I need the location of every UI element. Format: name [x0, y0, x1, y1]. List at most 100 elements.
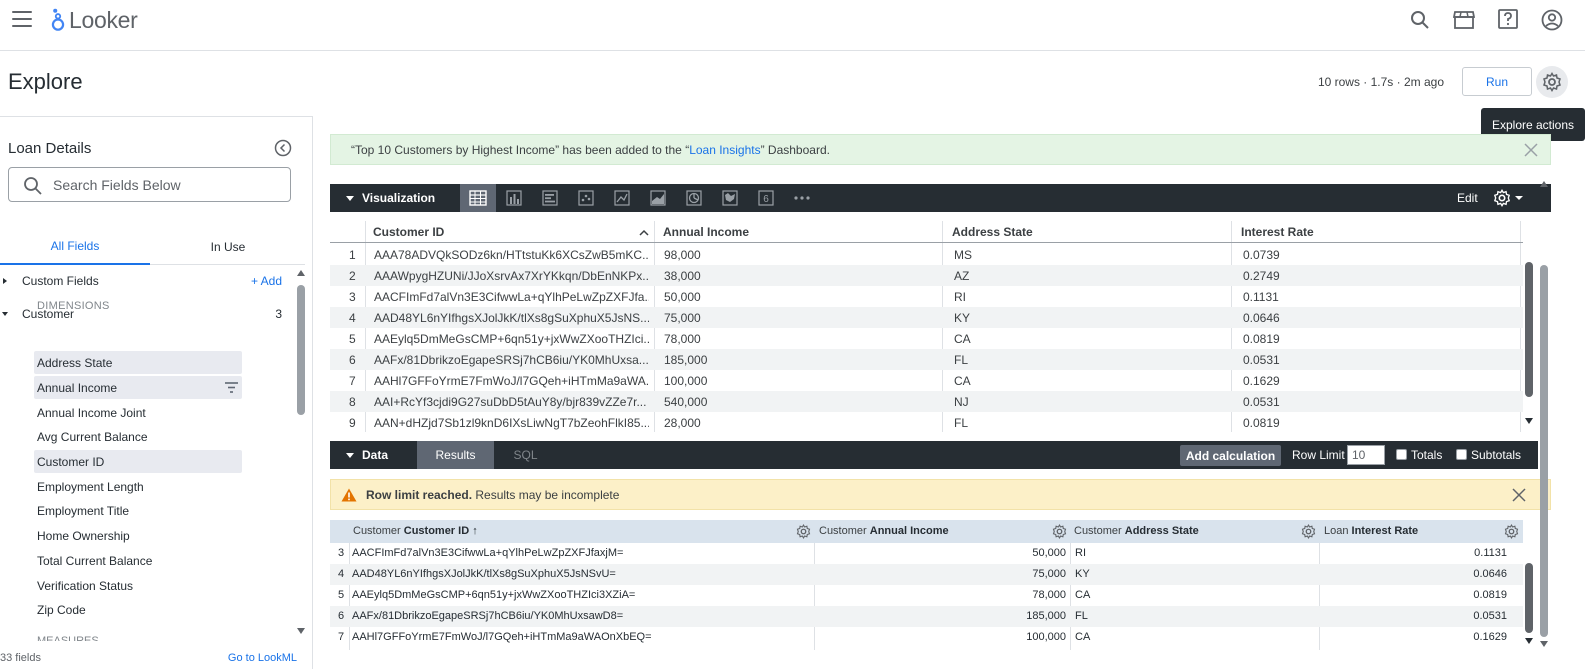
line-chart-icon[interactable]: [604, 184, 640, 212]
more-icon[interactable]: [784, 184, 820, 212]
cell-interest-rate: 0.0531: [1243, 395, 1280, 409]
page-title: Explore: [8, 69, 83, 94]
row-number: 2: [349, 269, 356, 283]
row-number: 4: [349, 311, 356, 325]
row-limit-input[interactable]: 10: [1347, 445, 1385, 465]
field-search-input[interactable]: [53, 174, 283, 196]
scatter-icon[interactable]: [568, 184, 604, 212]
table-row: 4 AAD48YL6nYIfhgsXJolJkK/tlXs8gSuXphuX5J…: [330, 564, 1523, 585]
field-employment-length[interactable]: Employment Length: [34, 475, 242, 498]
column-header-address-state[interactable]: Customer Address State: [1074, 525, 1199, 537]
tab-sql[interactable]: SQL: [494, 441, 557, 469]
table-icon[interactable]: [460, 184, 496, 212]
visualization-gear-icon[interactable]: [1493, 189, 1524, 207]
column-header-annual-income[interactable]: Customer Annual Income: [819, 525, 949, 537]
column-header-customer-id[interactable]: Customer ID: [373, 225, 444, 239]
header-field: Interest Rate: [1351, 525, 1419, 537]
column-header-interest-rate[interactable]: Interest Rate: [1241, 225, 1314, 239]
column-gear-icon[interactable]: [1052, 524, 1067, 539]
run-meta: 10 rows · 1.7s · 2m ago: [1317, 75, 1444, 89]
bar-chart-icon[interactable]: [496, 184, 532, 212]
looker-logo[interactable]: Looker: [50, 6, 138, 34]
column-gear-icon[interactable]: [796, 524, 811, 539]
sidebar-scrollbar[interactable]: [297, 269, 305, 635]
tab-in-use[interactable]: In Use: [153, 229, 303, 265]
field-annual-income-joint[interactable]: Annual Income Joint: [34, 401, 242, 424]
add-custom-field-link[interactable]: + Add: [251, 274, 282, 288]
search-icon[interactable]: [1407, 8, 1433, 32]
cell-address-state: FL: [1075, 610, 1088, 622]
field-annual-income[interactable]: Annual Income: [34, 376, 242, 399]
field-zip-code[interactable]: Zip Code: [34, 598, 242, 621]
header-field: Customer ID ↑: [403, 525, 478, 537]
explore-actions-gear-icon[interactable]: [1536, 66, 1568, 98]
collapse-sidebar-icon[interactable]: [274, 139, 292, 157]
data-title[interactable]: Data: [362, 448, 388, 462]
field-employment-title[interactable]: Employment Title: [34, 499, 242, 522]
custom-fields-section[interactable]: Custom Fields + Add: [0, 270, 290, 292]
cell-annual-income: 38,000: [664, 269, 701, 283]
visualization-title[interactable]: Visualization: [362, 191, 435, 205]
section-label: Custom Fields: [22, 274, 99, 288]
cell-annual-income: 98,000: [664, 248, 701, 262]
column-gear-icon[interactable]: [1301, 524, 1316, 539]
main-scrollbar[interactable]: [1540, 180, 1548, 648]
warning-message: Row limit reached. Results may be incomp…: [366, 488, 619, 502]
row-number: 5: [338, 589, 345, 601]
single-value-icon[interactable]: 6: [748, 184, 784, 212]
totals-checkbox[interactable]: [1396, 449, 1407, 460]
tab-results[interactable]: Results: [417, 441, 494, 469]
edit-visualization-button[interactable]: Edit: [1457, 191, 1478, 205]
dashboard-added-banner: “Top 10 Customers by Highest Income” has…: [330, 134, 1551, 165]
field-customer-id[interactable]: Customer ID: [34, 450, 242, 473]
field-address-state[interactable]: Address State: [34, 351, 242, 374]
filter-icon[interactable]: [225, 382, 238, 393]
field-count: 33 fields: [0, 652, 41, 664]
row-number: 3: [338, 547, 345, 559]
field-home-ownership[interactable]: Home Ownership: [34, 524, 242, 547]
column-header-interest-rate[interactable]: Loan Interest Rate: [1324, 525, 1418, 537]
caret-down-icon[interactable]: [346, 196, 354, 201]
column-gear-icon[interactable]: [1504, 524, 1519, 539]
pie-chart-icon[interactable]: [676, 184, 712, 212]
column-header-address-state[interactable]: Address State: [952, 225, 1033, 239]
cell-annual-income: 78,000: [664, 332, 701, 346]
subtotals-checkbox[interactable]: [1456, 449, 1467, 460]
account-icon[interactable]: [1539, 8, 1565, 32]
area-chart-icon[interactable]: [640, 184, 676, 212]
caret-down-icon[interactable]: [346, 453, 354, 458]
field-total-current-balance[interactable]: Total Current Balance: [34, 549, 242, 572]
menu-icon[interactable]: [12, 11, 32, 27]
row-number: 3: [349, 290, 356, 304]
cell-customer-id: AAEylq5DmMeGsCMP+6qn51y+jxWwZXooTHZIci3X…: [352, 589, 636, 601]
column-header-annual-income[interactable]: Annual Income: [663, 225, 749, 239]
close-icon[interactable]: [1524, 143, 1538, 157]
marketplace-icon[interactable]: [1451, 8, 1477, 32]
dashboard-link[interactable]: Loan Insights: [689, 143, 760, 157]
header-view: Loan: [1324, 525, 1352, 537]
map-icon[interactable]: [712, 184, 748, 212]
table-row: 9 AAN+dHZjd7Sb1zl9knD6IXsLiwNgT7bZeohFlk…: [330, 412, 1523, 433]
run-button[interactable]: Run: [1462, 67, 1532, 96]
add-calculation-button[interactable]: Add calculation: [1180, 445, 1281, 466]
data-bar: Data Results SQL Add calculation Row Lim…: [330, 441, 1538, 469]
cell-interest-rate: 0.1131: [1474, 547, 1507, 559]
column-header-customer-id[interactable]: Customer Customer ID ↑: [353, 525, 478, 537]
cell-address-state: KY: [1075, 568, 1090, 580]
help-icon[interactable]: [1495, 8, 1521, 32]
row-number: 4: [338, 568, 345, 580]
close-icon[interactable]: [1512, 488, 1526, 502]
cell-interest-rate: 0.0531: [1473, 610, 1507, 622]
visualization-scrollbar[interactable]: [1524, 244, 1534, 429]
cell-address-state: RI: [1075, 547, 1086, 559]
tab-all-fields[interactable]: All Fields: [0, 229, 150, 265]
header-view: Customer: [819, 525, 870, 537]
cell-interest-rate: 0.1629: [1473, 631, 1507, 643]
field-verification-status[interactable]: Verification Status: [34, 574, 242, 597]
results-scrollbar[interactable]: [1524, 546, 1534, 646]
column-chart-icon[interactable]: [532, 184, 568, 212]
cell-interest-rate: 0.0646: [1243, 311, 1280, 325]
table-row: 1 AAA78ADVQkSODz6kn/HTtstuKk6XCsZwB5mKC.…: [330, 244, 1523, 265]
go-to-lookml-link[interactable]: Go to LookML: [228, 652, 297, 664]
field-avg-current-balance[interactable]: Avg Current Balance: [34, 425, 242, 448]
